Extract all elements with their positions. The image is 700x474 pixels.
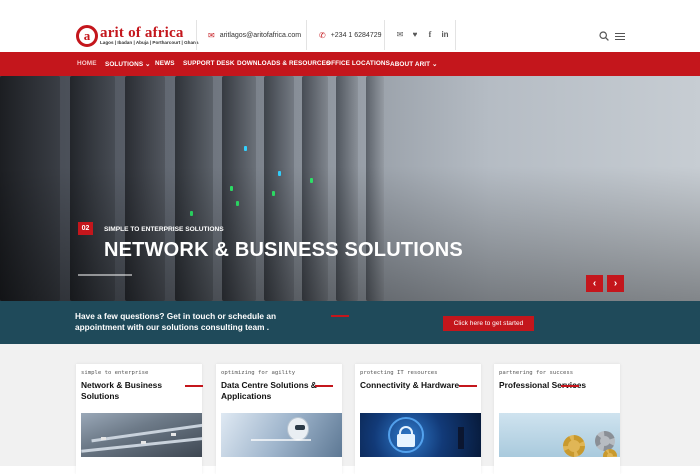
nav-solutions[interactable]: SOLUTIONS ⌄ [105,60,151,68]
facebook-icon[interactable]: f [426,30,434,39]
top-header: a arit of africa Lagos | Ibadan | Abuja … [0,0,700,52]
slide-number-badge: 02 [78,222,93,235]
email-contact[interactable]: ✉ aritlagos@aritofafrica.com [208,31,301,40]
slide-divider [78,274,132,276]
nav-about-arit[interactable]: ABOUT ARIT ⌄ [390,60,438,68]
card-title[interactable]: Network & Business Solutions [81,380,181,402]
nav-support-desk[interactable]: SUPPORT DESK [183,60,235,67]
cta-text: Have a few questions? Get in touch or sc… [75,311,277,332]
security-lock-image[interactable] [360,413,481,457]
nav-news[interactable]: NEWS [155,60,175,67]
solutions-section: simple to enterprise Network & Business … [0,344,700,474]
phone-contact[interactable]: ✆ +234 1 6284729 [319,31,382,40]
phone-icon: ✆ [319,31,326,40]
card-accent-line [561,385,579,387]
logo-name: arit of africa [100,25,184,41]
slider-prev-button[interactable]: ‹ [586,275,603,292]
nav-home[interactable]: HOME [77,60,97,67]
solution-card-connectivity[interactable]: protecting IT resources Connectivity & H… [355,364,481,474]
solution-card-data-centre[interactable]: optimizing for agility Data Centre Solut… [216,364,342,474]
card-accent-line [315,385,333,387]
email-address: aritlagos@aritofafrica.com [219,32,302,39]
card-kicker: optimizing for agility [221,370,296,376]
divider [196,20,197,50]
cta-accent-line [331,315,349,317]
divider [384,20,385,50]
divider [306,20,307,50]
solution-card-professional-services[interactable]: partnering for success Professional Serv… [494,364,620,474]
social-links: ✉ ♥ f in [396,30,449,39]
card-title[interactable]: Connectivity & Hardware [360,380,460,391]
card-title[interactable]: Professional Services [499,380,599,391]
divider [455,20,456,50]
search-icon[interactable] [599,31,609,41]
cta-band: Have a few questions? Get in touch or sc… [0,301,700,344]
card-title[interactable]: Data Centre Solutions & Applications [221,380,321,402]
mail-icon[interactable]: ✉ [396,30,404,39]
card-kicker: partnering for success [499,370,574,376]
hamburger-menu-icon[interactable] [615,33,625,40]
mail-icon: ✉ [208,31,215,40]
site-logo[interactable]: a arit of africa Lagos | Ibadan | Abuja … [76,24,198,48]
nav-downloads-resources[interactable]: DOWNLOADS & RESOURCES [237,60,330,67]
twitter-icon[interactable]: ♥ [411,30,419,39]
logo-mark: a [76,25,98,47]
get-started-button[interactable]: Click here to get started [443,316,534,331]
slide-title: NETWORK & BUSINESS SOLUTIONS [104,239,463,261]
card-kicker: simple to enterprise [81,370,149,376]
card-accent-line [185,385,203,387]
linkedin-icon[interactable]: in [441,30,449,39]
logo-tagline: Lagos | Ibadan | Abuja | Portharcourt | … [100,40,199,45]
main-navigation: HOME SOLUTIONS ⌄ NEWS SUPPORT DESK DOWNL… [0,52,700,76]
solution-card-network[interactable]: simple to enterprise Network & Business … [76,364,203,474]
hero-slider: 02 SIMPLE TO ENTERPRISE SOLUTIONS NETWOR… [0,76,700,301]
gears-image[interactable] [499,413,620,457]
card-kicker: protecting IT resources [360,370,438,376]
nav-office-locations[interactable]: OFFICE LOCATIONS [326,60,390,67]
slide-subtitle: SIMPLE TO ENTERPRISE SOLUTIONS [104,226,224,233]
phone-number: +234 1 6284729 [330,32,382,39]
slider-next-button[interactable]: › [607,275,624,292]
robot-ai-image[interactable] [221,413,342,457]
card-accent-line [459,385,477,387]
highway-traffic-image[interactable] [81,413,202,457]
